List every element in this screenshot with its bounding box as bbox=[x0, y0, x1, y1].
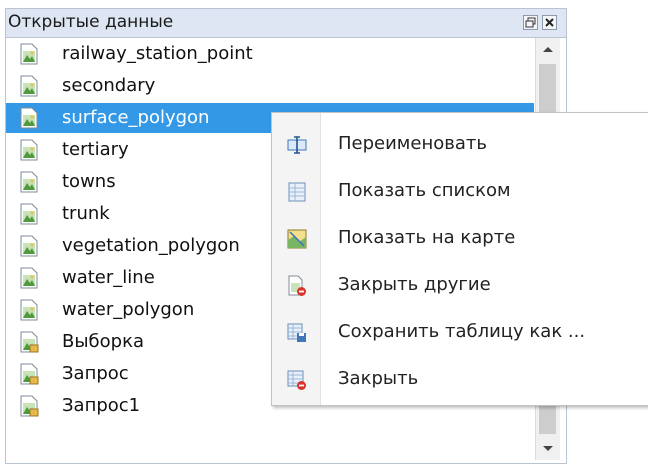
table-list-icon bbox=[286, 181, 308, 203]
panel-title-bar: Открытые данные bbox=[6, 9, 566, 38]
save-table-icon bbox=[286, 322, 308, 344]
list-item-label: surface_polygon bbox=[62, 107, 210, 128]
context-menu-item[interactable]: Переименовать bbox=[272, 123, 648, 169]
context-menu-item-label: Переименовать bbox=[338, 133, 487, 154]
map-layer-icon bbox=[18, 43, 40, 65]
query-layer-icon bbox=[18, 331, 40, 353]
context-menu-item-label: Показать списком bbox=[338, 180, 511, 201]
list-item[interactable]: secondary bbox=[6, 71, 534, 101]
context-menu: Переименовать Показать списком Показать на… bbox=[271, 112, 648, 406]
panel-title: Открытые данные bbox=[8, 12, 174, 32]
list-item-label: Выборка bbox=[62, 331, 145, 352]
scroll-up-arrow-icon[interactable] bbox=[536, 38, 560, 62]
context-menu-item[interactable]: Закрыть bbox=[272, 358, 648, 404]
list-item-label: vegetation_polygon bbox=[62, 235, 240, 256]
close-others-icon bbox=[286, 275, 308, 297]
query-layer-icon bbox=[18, 395, 40, 417]
list-item-label: Запрос1 bbox=[62, 395, 141, 416]
context-menu-item-label: Закрыть другие bbox=[338, 274, 491, 295]
query-layer-icon bbox=[18, 363, 40, 385]
map-layer-icon bbox=[18, 235, 40, 257]
list-item-label: water_polygon bbox=[62, 299, 195, 320]
scroll-down-arrow-icon[interactable] bbox=[536, 436, 560, 460]
context-menu-item[interactable]: Показать на карте bbox=[272, 217, 648, 263]
map-layer-icon bbox=[18, 299, 40, 321]
map-layer-icon bbox=[18, 75, 40, 97]
list-item-label: towns bbox=[62, 171, 116, 192]
list-item-label: railway_station_point bbox=[62, 43, 253, 64]
list-item-label: water_line bbox=[62, 267, 155, 288]
context-menu-item-label: Сохранить таблицу как ... bbox=[338, 321, 586, 342]
close-icon[interactable] bbox=[542, 15, 557, 30]
list-item-label: trunk bbox=[62, 203, 110, 224]
list-item-label: tertiary bbox=[62, 139, 129, 160]
context-menu-item-label: Показать на карте bbox=[338, 227, 516, 248]
map-layer-icon bbox=[18, 267, 40, 289]
context-menu-item[interactable]: Сохранить таблицу как ... bbox=[272, 311, 648, 357]
rename-icon bbox=[286, 134, 308, 156]
context-menu-item[interactable]: Показать списком bbox=[272, 170, 648, 216]
close-table-icon bbox=[286, 369, 308, 391]
context-menu-item[interactable]: Закрыть другие bbox=[272, 264, 648, 310]
list-item-label: Запрос bbox=[62, 363, 129, 384]
map-layer-icon bbox=[18, 107, 40, 129]
map-layer-icon bbox=[18, 139, 40, 161]
restore-window-icon[interactable] bbox=[523, 15, 538, 30]
list-item[interactable]: railway_station_point bbox=[6, 39, 534, 69]
context-menu-item-label: Закрыть bbox=[338, 368, 419, 389]
list-item-label: secondary bbox=[62, 75, 156, 96]
map-layer-icon bbox=[18, 171, 40, 193]
map-icon bbox=[286, 228, 308, 250]
map-layer-icon bbox=[18, 203, 40, 225]
